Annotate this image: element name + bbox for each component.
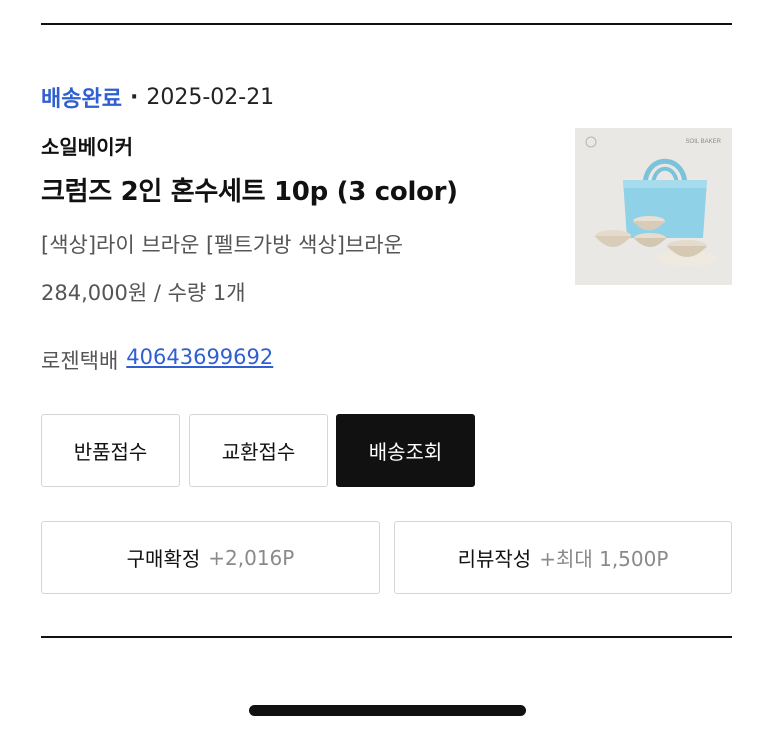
product-title[interactable]: 크럼즈 2인 혼수세트 10p (3 color) [41,171,458,208]
track-delivery-label: 배송조회 [368,440,443,464]
top-divider [41,23,732,25]
bottom-divider [41,636,732,638]
order-status-line: 배송완료 · 2025-02-21 [41,82,275,113]
brand-mark: SOIL BAKER [686,139,722,145]
confirm-points: +2,016P [208,545,295,570]
product-image: SOIL BAKER [575,128,732,285]
courier-name: 로젠택배 [41,349,119,373]
confirm-purchase-label: 구매확정 [126,547,201,571]
exchange-request-label: 교환접수 [221,440,296,464]
separator-dot: · [129,84,139,110]
product-thumbnail[interactable]: SOIL BAKER [575,128,732,285]
home-indicator[interactable] [249,705,526,716]
track-delivery-button[interactable]: 배송조회 [336,414,475,487]
return-request-button[interactable]: 반품접수 [41,414,180,487]
exchange-request-button[interactable]: 교환접수 [189,414,328,487]
shipping-info: 로젠택배 40643699692 [41,345,273,375]
delivery-status: 배송완료 [41,87,122,112]
product-option: [색상]라이 브라운 [펠트가방 색상]브라운 [41,233,403,257]
return-request-label: 반품접수 [73,440,148,464]
confirm-purchase-button[interactable]: 구매확정 +2,016P [41,521,380,594]
review-points: +최대 1,500P [539,547,669,571]
price-quantity: 284,000원 / 수량 1개 [41,281,246,305]
seller-name[interactable]: 소일베이커 [41,131,133,160]
order-date: 2025-02-21 [146,84,275,110]
write-review-button[interactable]: 리뷰작성 +최대 1,500P [394,521,732,594]
write-review-label: 리뷰작성 [457,547,532,571]
tracking-number-link[interactable]: 40643699692 [126,345,273,375]
